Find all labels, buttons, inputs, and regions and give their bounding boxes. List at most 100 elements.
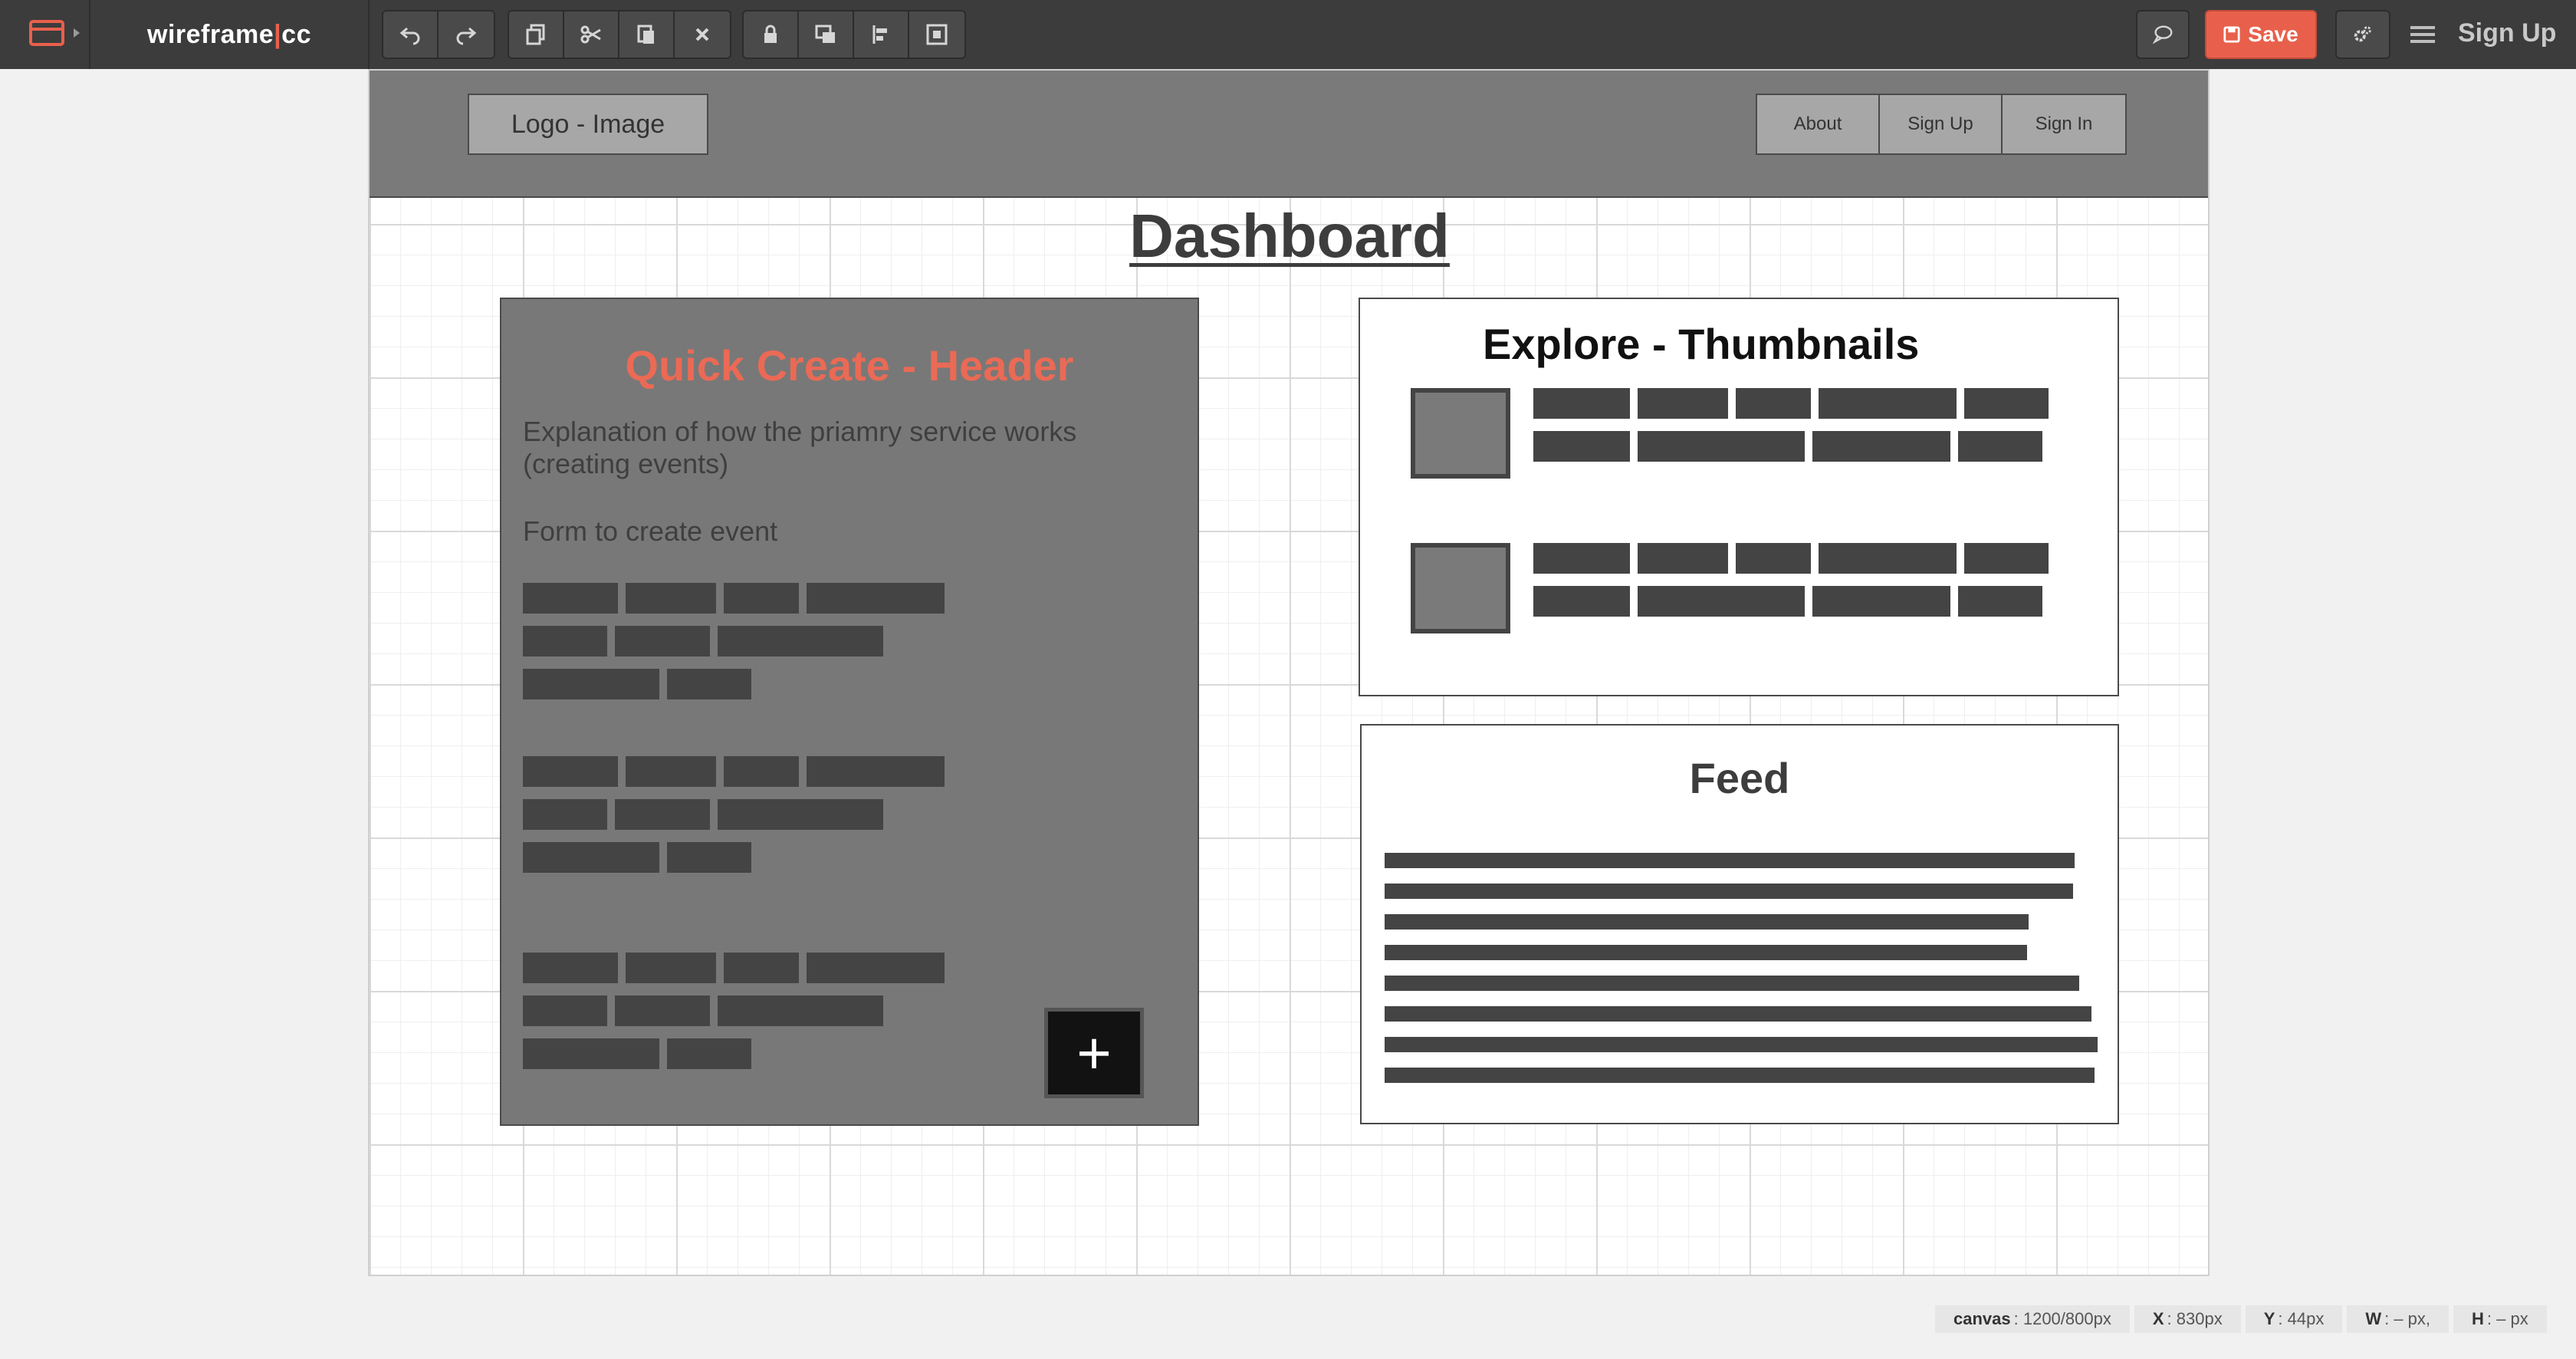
copy-button[interactable] xyxy=(509,12,564,58)
top-toolbar: wireframe | cc Save Sign Up xyxy=(0,0,2576,69)
form-text-block xyxy=(807,953,945,983)
explore-panel[interactable]: Explore - Thumbnails xyxy=(1359,298,2119,696)
status-bar: canvas: 1200/800px X: 830px Y: 44px W: –… xyxy=(1935,1305,2547,1333)
comment-button[interactable] xyxy=(2136,10,2190,59)
nav-about[interactable]: About xyxy=(1757,95,1880,153)
save-label: Save xyxy=(2248,22,2298,46)
form-text-block xyxy=(626,953,716,983)
form-text-block xyxy=(615,626,710,656)
feed-line xyxy=(1385,853,2075,868)
quick-create-description: Explanation of how the priamry service w… xyxy=(523,416,1077,479)
group-icon xyxy=(926,24,948,45)
group-button[interactable] xyxy=(909,12,964,58)
thumbnail-text-block xyxy=(1964,388,2049,419)
form-text-block xyxy=(615,995,710,1026)
arrange-button[interactable] xyxy=(799,12,854,58)
height-readout: H: – px xyxy=(2453,1305,2547,1333)
form-text-block xyxy=(724,583,799,614)
wireframe-canvas[interactable]: Logo - Image About Sign Up Sign In Dashb… xyxy=(368,69,2210,1276)
settings-icon xyxy=(2354,26,2371,42)
form-text-block xyxy=(626,756,716,787)
thumbnail-text-block xyxy=(1638,431,1805,462)
logo-separator: | xyxy=(274,19,282,49)
align-button[interactable] xyxy=(854,12,909,58)
form-text-block xyxy=(718,799,883,830)
save-button[interactable]: Save xyxy=(2205,10,2317,59)
nav-signup[interactable]: Sign Up xyxy=(1880,95,2003,153)
thumbnail-text-block xyxy=(1736,388,1811,419)
save-icon xyxy=(2223,26,2240,43)
nav-signin[interactable]: Sign In xyxy=(2003,95,2125,153)
site-header[interactable]: Logo - Image About Sign Up Sign In xyxy=(370,71,2208,198)
feed-title: Feed xyxy=(1689,754,1790,802)
page-title[interactable]: Dashboard xyxy=(370,201,2208,271)
frame-menu-button[interactable] xyxy=(0,0,90,69)
logo-text-right: cc xyxy=(281,19,311,49)
thumbnail-text-block xyxy=(1958,586,2042,617)
form-text-block xyxy=(718,995,883,1026)
form-text-block xyxy=(807,756,945,787)
form-text-block xyxy=(718,626,883,656)
menu-icon[interactable] xyxy=(2410,23,2435,46)
arrange-group xyxy=(742,10,966,59)
lock-icon xyxy=(764,25,777,43)
feed-line xyxy=(1385,945,2027,960)
feed-line xyxy=(1385,914,2029,930)
cut-button[interactable] xyxy=(564,12,619,58)
site-nav: About Sign Up Sign In xyxy=(1756,94,2127,155)
thumbnail-text-block xyxy=(1736,543,1811,574)
thumbnail-text-block xyxy=(1638,586,1805,617)
y-readout: Y: 44px xyxy=(2245,1305,2343,1333)
create-event-button[interactable]: + xyxy=(1044,1008,1144,1098)
form-text-block xyxy=(523,995,607,1026)
quick-create-form-label: Form to create event xyxy=(523,515,778,547)
explore-title: Explore - Thumbnails xyxy=(1483,320,1920,368)
thumbnail-text-block xyxy=(1533,586,1630,617)
undo-icon xyxy=(399,27,420,45)
x-readout: X: 830px xyxy=(2134,1305,2241,1333)
arrange-icon xyxy=(815,25,835,43)
quick-create-panel[interactable]: Quick Create - Header Explanation of how… xyxy=(500,298,1199,1126)
thumbnail-text-block xyxy=(1812,431,1950,462)
feed-panel[interactable]: Feed xyxy=(1360,724,2119,1124)
signup-link[interactable]: Sign Up xyxy=(2458,18,2556,48)
form-text-block xyxy=(724,756,799,787)
redo-button[interactable] xyxy=(439,12,494,58)
thumbnail-text-block xyxy=(1533,431,1630,462)
thumbnail-image[interactable] xyxy=(1411,543,1510,633)
thumbnail-text-block xyxy=(1638,388,1728,419)
logo-placeholder[interactable]: Logo - Image xyxy=(468,94,708,155)
thumbnail-text-block xyxy=(1964,543,2049,574)
logo-text-left: wireframe xyxy=(147,19,274,49)
frame-icon xyxy=(29,20,64,46)
caret-right-icon xyxy=(74,28,80,38)
undo-button[interactable] xyxy=(383,12,439,58)
thumbnail-image[interactable] xyxy=(1411,388,1510,479)
width-readout: W: – px, xyxy=(2347,1305,2450,1333)
cut-icon xyxy=(580,25,601,44)
form-text-block xyxy=(523,626,607,656)
lock-button[interactable] xyxy=(744,12,799,58)
thumbnail-text-block xyxy=(1958,431,2042,462)
form-text-block xyxy=(523,842,659,873)
feed-line xyxy=(1385,1037,2098,1052)
feed-line xyxy=(1385,976,2079,991)
canvas-size-readout: canvas: 1200/800px xyxy=(1935,1305,2130,1333)
form-text-block xyxy=(667,842,751,873)
thumbnail-text-block xyxy=(1812,586,1950,617)
delete-button[interactable] xyxy=(675,12,730,58)
copy-icon xyxy=(526,24,545,45)
form-text-block xyxy=(667,1038,751,1069)
app-logo[interactable]: wireframe | cc xyxy=(90,0,370,69)
history-group xyxy=(382,10,495,59)
clipboard-group xyxy=(508,10,731,59)
form-text-block xyxy=(523,1038,659,1069)
thumbnail-text-block xyxy=(1819,388,1957,419)
settings-button[interactable] xyxy=(2335,10,2390,59)
thumbnail-text-block xyxy=(1638,543,1728,574)
form-text-block xyxy=(523,953,618,983)
paste-button[interactable] xyxy=(619,12,675,58)
paste-icon xyxy=(637,25,654,44)
feed-line xyxy=(1385,1068,2095,1083)
form-text-block xyxy=(724,953,799,983)
